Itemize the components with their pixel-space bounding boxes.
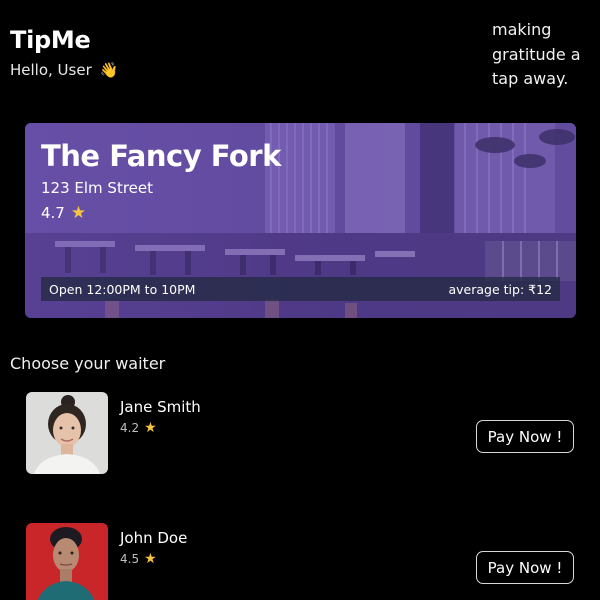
restaurant-info-bar: Open 12:00PM to 10PM average tip: ₹12 — [41, 277, 560, 301]
star-icon: ★ — [70, 203, 87, 223]
tagline-line: making — [492, 20, 552, 39]
waiter-rating-value: 4.2 — [120, 421, 140, 435]
waiter-avatar — [26, 392, 108, 474]
restaurant-banner[interactable]: The Fancy Fork 123 Elm Street 4.7 ★ Open… — [25, 123, 576, 318]
greeting: Hello, User 👋 — [10, 61, 118, 79]
waiter-rating-value: 4.5 — [120, 552, 140, 566]
waiter-rating: 4.2 ★ — [120, 420, 157, 436]
tagline-line: gratitude a — [492, 44, 581, 64]
waiter-name: Jane Smith — [120, 398, 201, 416]
waiter-photo-image — [26, 523, 108, 600]
pay-now-button[interactable]: Pay Now ! — [476, 551, 574, 584]
tagline-line: tap away. — [492, 69, 569, 88]
tagline: making gratitude a tap away. — [492, 18, 596, 92]
pay-now-button[interactable]: Pay Now ! — [476, 420, 574, 453]
star-icon: ★ — [144, 551, 157, 567]
restaurant-name: The Fancy Fork — [41, 139, 281, 173]
waiter-card[interactable]: Jane Smith 4.2 ★ Pay Now ! — [26, 392, 578, 474]
greeting-text: Hello, User — [10, 61, 92, 79]
restaurant-rating-value: 4.7 — [41, 204, 65, 222]
waiter-rating: 4.5 ★ — [120, 551, 157, 567]
opening-hours: Open 12:00PM to 10PM — [49, 281, 196, 297]
star-icon: ★ — [144, 420, 157, 436]
waving-hand-icon: 👋 — [99, 60, 119, 79]
waiter-card[interactable]: John Doe 4.5 ★ Pay Now ! — [26, 523, 578, 600]
average-tip: average tip: ₹12 — [448, 281, 553, 297]
restaurant-address: 123 Elm Street — [41, 179, 154, 197]
restaurant-rating: 4.7 ★ — [41, 203, 86, 223]
waiter-avatar — [26, 523, 108, 600]
waiter-name: John Doe — [120, 529, 188, 547]
choose-waiter-heading: Choose your waiter — [10, 354, 166, 373]
tipme-screen: TipMe Hello, User 👋 making gratitude a t… — [0, 0, 600, 600]
waiter-photo-image — [26, 392, 108, 474]
app-title: TipMe — [10, 26, 91, 54]
